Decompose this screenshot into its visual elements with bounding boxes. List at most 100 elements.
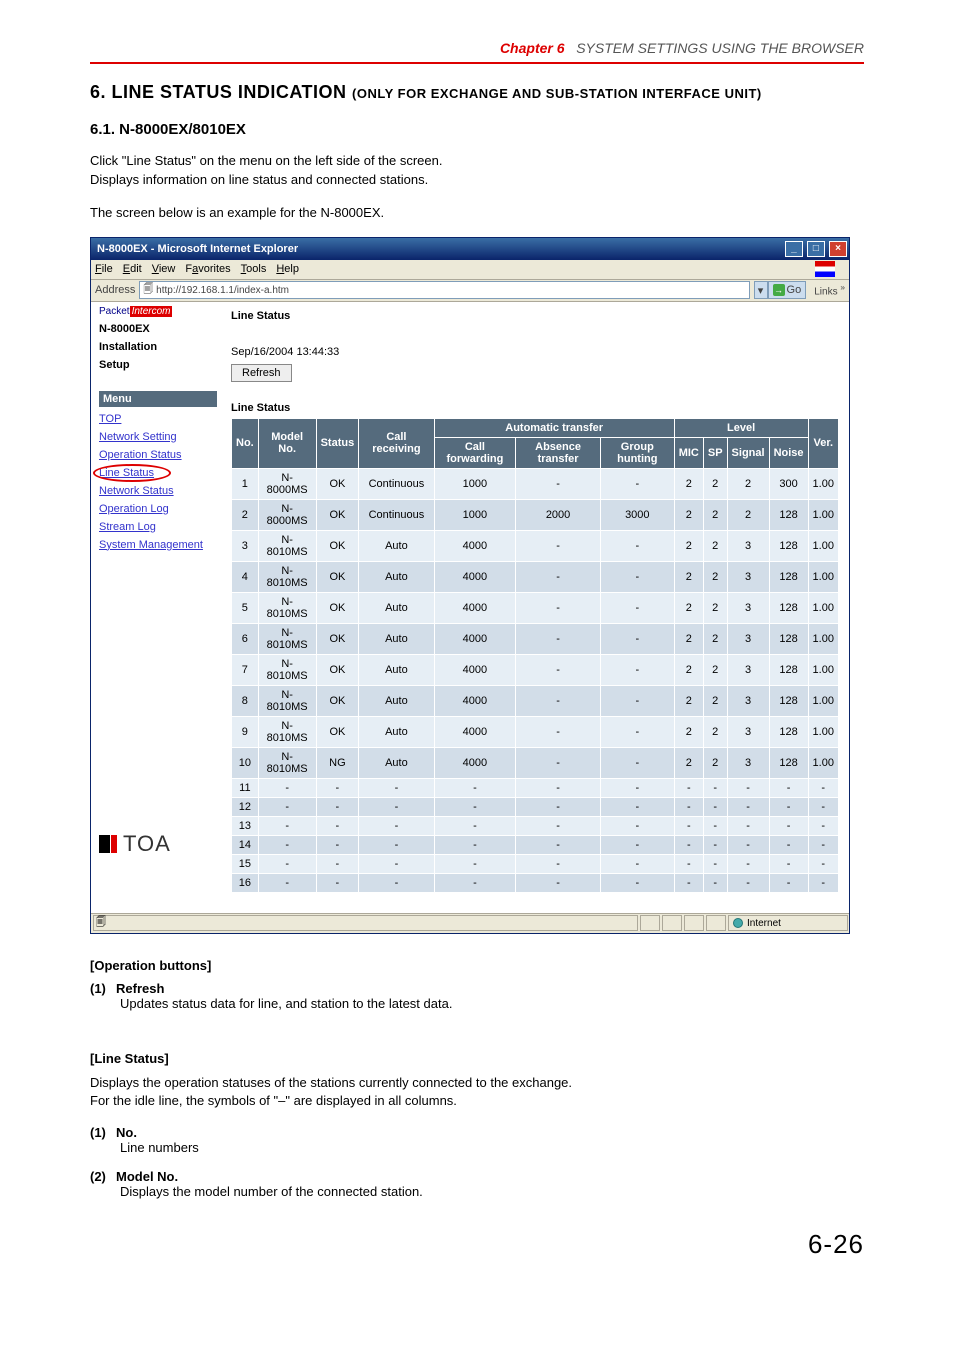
menu-file[interactable]: File [95,263,113,275]
maximize-icon[interactable]: □ [807,241,825,257]
table-cell: 1.00 [808,499,838,530]
table-cell: 3 [727,747,769,778]
table-cell: - [600,530,674,561]
table-cell: 2 [703,499,727,530]
address-dropdown-icon[interactable]: ▾ [754,281,768,299]
table-cell: Auto [359,716,434,747]
table-cell: 1.00 [808,592,838,623]
table-cell: - [316,797,359,816]
table-cell: Continuous [359,499,434,530]
col-auto-group: Automatic transfer [434,418,674,437]
table-cell: 2 [727,468,769,499]
main-content: Line Status Sep/16/2004 13:44:33 Refresh… [221,302,849,913]
table-cell: 1000 [434,468,516,499]
menu-favorites[interactable]: Favorites [185,263,230,275]
table-cell: - [674,778,703,797]
table-cell: 2 [674,623,703,654]
address-input[interactable]: 🗐 http://192.168.1.1/index-a.htm [139,281,749,299]
table-cell: 1.00 [808,747,838,778]
table-cell: - [516,623,601,654]
table-cell: - [434,797,516,816]
table-cell: 8 [232,685,259,716]
sidebar-item-network-status[interactable]: Network Status [99,485,217,497]
table-cell: - [258,797,316,816]
table-cell: 2 [703,530,727,561]
sidebar-installation: Installation [99,341,217,353]
close-icon[interactable]: × [829,241,847,257]
table-cell: 2 [703,654,727,685]
def-model-label: Model No. [116,1169,178,1184]
op-buttons-header: [Operation buttons] [90,958,864,973]
table-cell: - [808,854,838,873]
menu-edit[interactable]: Edit [123,263,142,275]
go-button[interactable]: → Go [768,281,807,299]
col-level-group: Level [674,418,808,437]
table-cell: 9 [232,716,259,747]
table-cell: 1.00 [808,561,838,592]
table-cell: OK [316,561,359,592]
window-titlebar: N-8000EX - Microsoft Internet Explorer _… [91,238,849,260]
table-cell: 12 [232,797,259,816]
table-cell: 2 [703,561,727,592]
table-cell: - [600,468,674,499]
menu-help[interactable]: Help [276,263,299,275]
browser-statusbar: 🗐 Internet [91,913,849,933]
table-row: 13----------- [232,816,839,835]
sidebar-item-operation-status[interactable]: Operation Status [99,449,217,461]
table-row: 7N-8010MSOKAuto4000--2231281.00 [232,654,839,685]
table-cell: - [600,623,674,654]
table-cell: - [516,530,601,561]
minimize-icon[interactable]: _ [785,241,803,257]
table-cell: 128 [769,716,808,747]
links-button[interactable]: Links » [814,282,845,297]
main-title: Line Status [231,310,839,322]
chapter-label: Chapter 6 [500,40,565,56]
table-cell: 128 [769,592,808,623]
table-cell: - [769,873,808,892]
table-cell: OK [316,592,359,623]
browser-menubar: File Edit View Favorites Tools Help [91,260,849,280]
table-cell: - [516,685,601,716]
table-cell: 11 [232,778,259,797]
table-cell: 13 [232,816,259,835]
table-cell: - [600,778,674,797]
table-cell: 4000 [434,530,516,561]
table-cell: - [769,854,808,873]
page-icon: 🗐 [143,282,153,299]
table-cell: - [516,747,601,778]
sidebar-item-stream-log[interactable]: Stream Log [99,521,217,533]
heading-num: 6. LINE STATUS INDICATION [90,82,347,102]
table-cell: - [727,854,769,873]
status-done-icon: 🗐 [96,915,106,932]
table-cell: 1000 [434,499,516,530]
col-status: Status [316,418,359,468]
table-cell: - [600,685,674,716]
def-model-desc: Displays the model number of the connect… [120,1184,864,1199]
sidebar-item-system-management[interactable]: System Management [99,539,217,551]
table-row: 5N-8010MSOKAuto4000--2231281.00 [232,592,839,623]
table-cell: 1.00 [808,685,838,716]
table-cell: 2 [232,499,259,530]
table-cell: - [600,835,674,854]
table-cell: - [808,797,838,816]
refresh-button[interactable]: Refresh [231,364,292,382]
menu-view[interactable]: View [152,263,176,275]
table-cell: 3 [727,654,769,685]
table-cell: - [359,797,434,816]
table-cell: - [434,873,516,892]
table-cell: 3 [232,530,259,561]
sidebar-item-operation-log[interactable]: Operation Log [99,503,217,515]
address-label: Address [95,284,135,296]
globe-icon [733,918,743,928]
table-cell: - [258,778,316,797]
sidebar-item-network-setting[interactable]: Network Setting [99,431,217,443]
table-cell: 3 [727,716,769,747]
menu-tools[interactable]: Tools [241,263,267,275]
table-cell: 5 [232,592,259,623]
ie-flag-icon [815,261,835,277]
table-cell: 2 [674,716,703,747]
sidebar-item-top[interactable]: TOP [99,413,217,425]
table-cell: N-8000MS [258,499,316,530]
table-cell: 2 [674,685,703,716]
table-cell: 128 [769,685,808,716]
